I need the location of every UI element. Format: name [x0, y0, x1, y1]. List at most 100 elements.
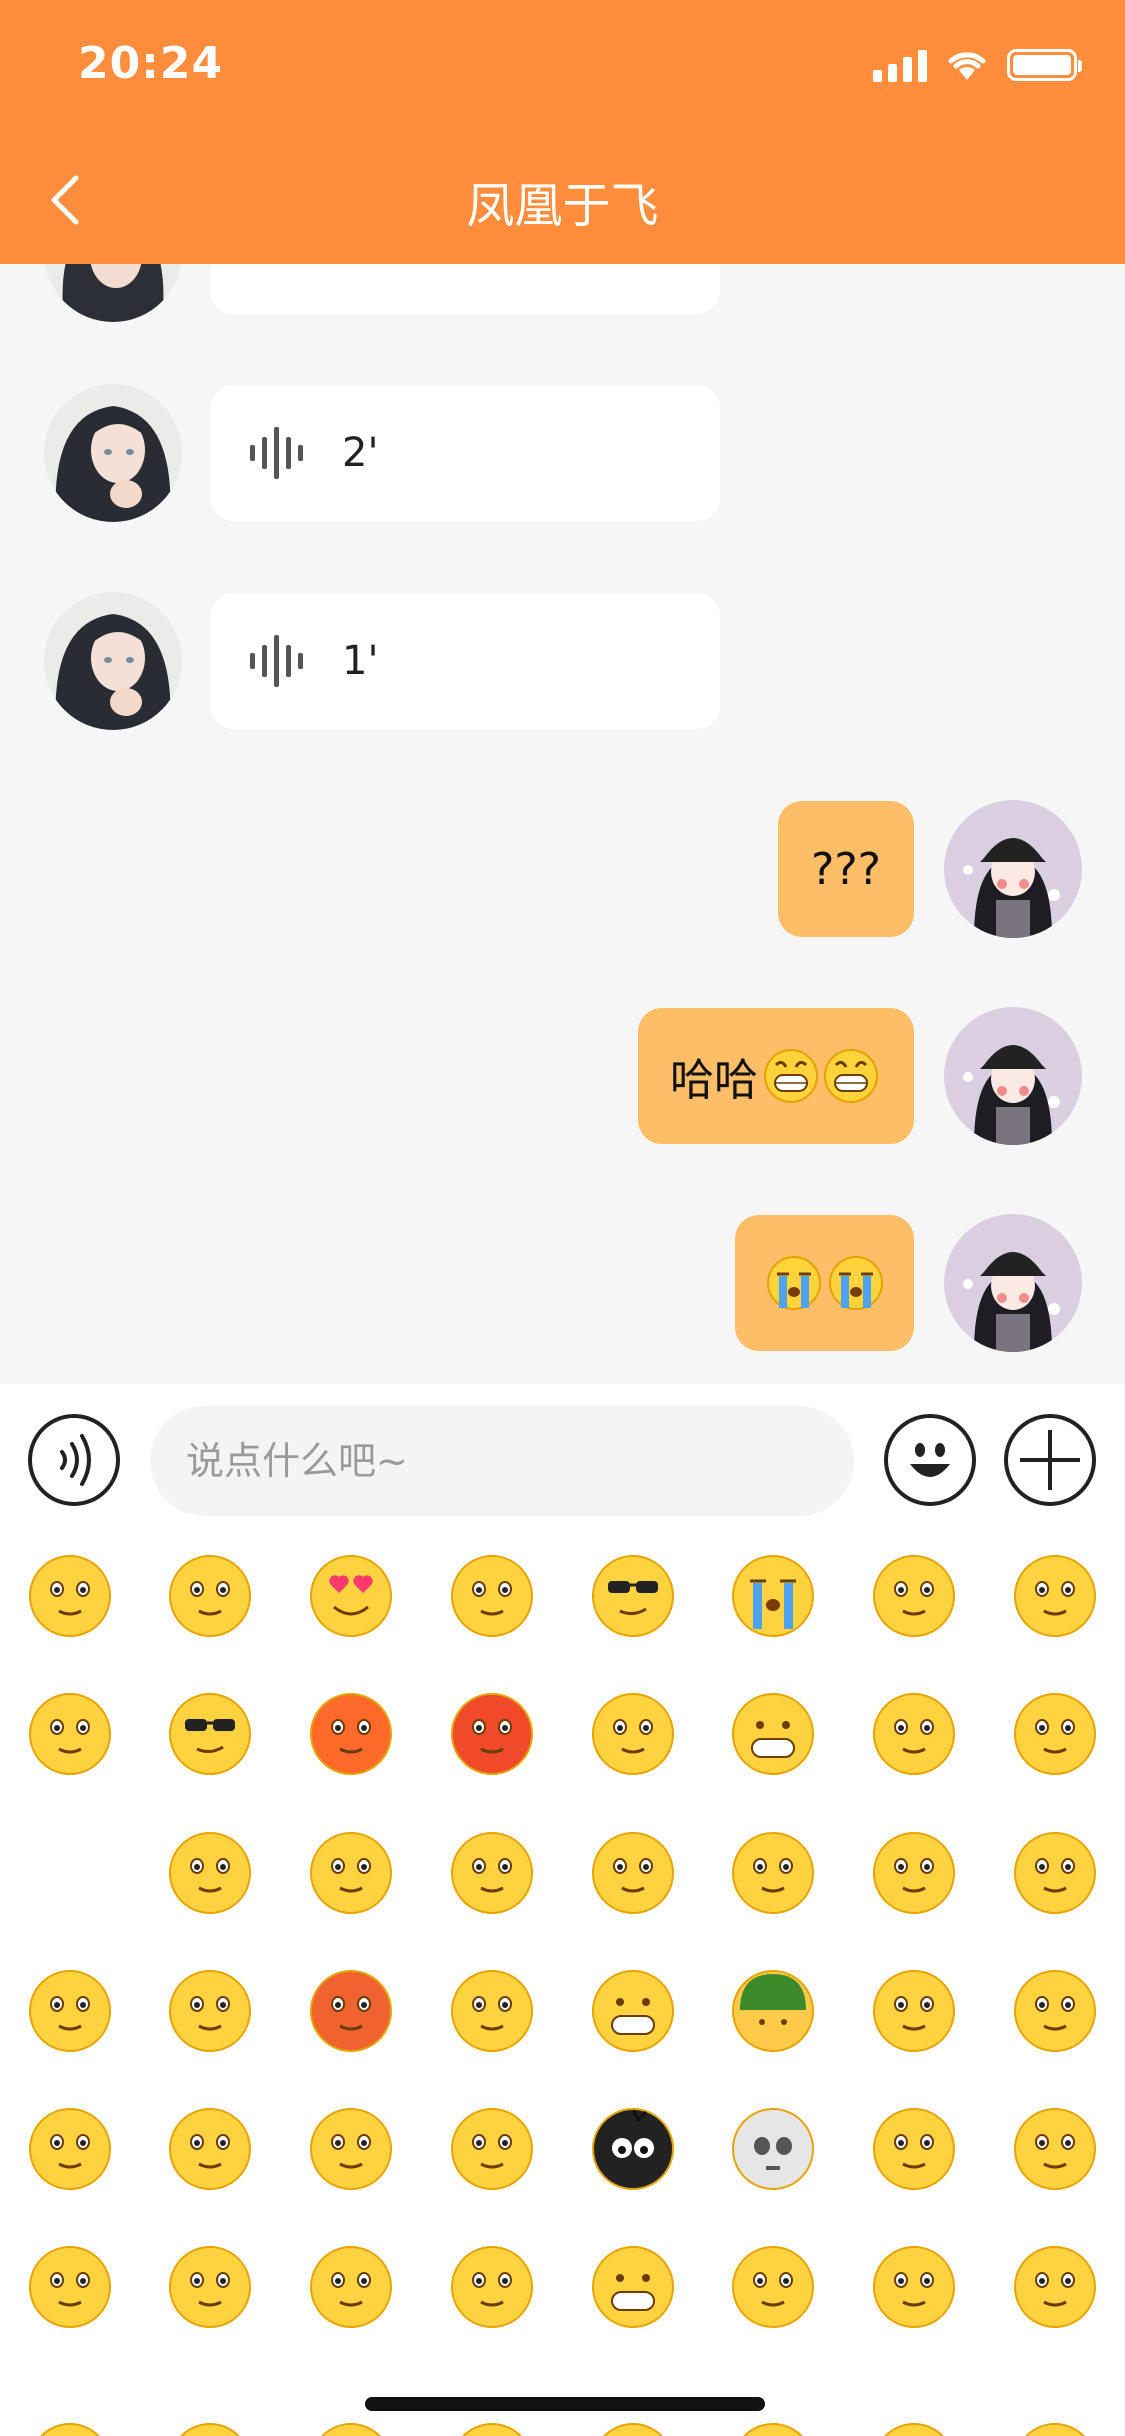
avatar[interactable]	[44, 384, 182, 522]
voice-wave-icon	[250, 635, 303, 687]
emoji-partial[interactable]	[447, 2419, 537, 2436]
eye-roll-icon[interactable]	[165, 1966, 255, 2056]
soldier-helmet-icon[interactable]	[728, 1966, 818, 2056]
scream-icon[interactable]	[306, 1828, 396, 1918]
surprised-icon[interactable]	[869, 1828, 959, 1918]
message-voice-in: 1'	[0, 592, 1125, 730]
message-text: ???	[810, 843, 882, 895]
glare-icon[interactable]	[447, 1551, 537, 1641]
emoji-partial[interactable]	[165, 2419, 255, 2436]
skull-icon[interactable]	[728, 2104, 818, 2194]
tongue-icon[interactable]	[588, 1689, 678, 1779]
angry-icon[interactable]	[447, 1689, 537, 1779]
crying-icon	[766, 1256, 821, 1310]
heart-eyes-icon[interactable]	[306, 1551, 396, 1641]
page-title: 凤凰于飞	[466, 178, 659, 234]
big-grin-icon[interactable]	[588, 2242, 678, 2332]
pray-icon[interactable]	[306, 2242, 396, 2332]
plus-icon	[1020, 1430, 1080, 1490]
message-out: 哈哈	[0, 1007, 1125, 1145]
message-text: 哈哈	[670, 1055, 758, 1106]
voice-message-bubble[interactable]: 2'	[210, 385, 720, 521]
grin-icon[interactable]	[728, 1689, 818, 1779]
voice-waves-icon	[60, 1434, 91, 1486]
system-icons	[873, 48, 1082, 82]
message-bubble-out[interactable]: ???	[778, 801, 914, 937]
message-out: ???	[0, 800, 1125, 938]
question-icon[interactable]	[25, 2104, 115, 2194]
smirk-icon[interactable]	[25, 1966, 115, 2056]
cool-icon[interactable]	[165, 1689, 255, 1779]
emoji-partial[interactable]	[1010, 2419, 1100, 2436]
message-bubble-out[interactable]: 哈哈	[638, 1008, 914, 1144]
smug-icon[interactable]	[869, 2242, 959, 2332]
status-bar: 20:24	[0, 0, 1125, 140]
message-input[interactable]	[150, 1406, 854, 1516]
my-avatar[interactable]	[944, 1007, 1082, 1145]
pick-nose-icon[interactable]	[1010, 2242, 1100, 2332]
avatar[interactable]	[44, 264, 182, 322]
crying-icon	[828, 1256, 883, 1310]
dizzy-icon[interactable]	[306, 2104, 396, 2194]
shocked-icon[interactable]	[869, 1689, 959, 1779]
squint-icon[interactable]	[447, 2104, 537, 2194]
home-indicator[interactable]	[365, 2397, 765, 2411]
laugh-icon[interactable]	[588, 1966, 678, 2056]
anxious-icon[interactable]	[306, 1966, 396, 2056]
worried-icon[interactable]	[165, 1551, 255, 1641]
no-speak-icon[interactable]	[1010, 1551, 1100, 1641]
emoji-partial[interactable]	[869, 2419, 959, 2436]
flushed-icon[interactable]	[165, 1828, 255, 1918]
peek-icon[interactable]	[728, 2242, 818, 2332]
grin-icon	[764, 1049, 818, 1103]
emoji-partial[interactable]	[728, 2419, 818, 2436]
cover-mouth-icon[interactable]	[588, 1828, 678, 1918]
message-partial	[0, 264, 1125, 322]
wifi-icon	[948, 52, 986, 80]
voice-wave-icon	[250, 427, 303, 479]
rofl-icon[interactable]	[1010, 1966, 1100, 2056]
voice-message-bubble[interactable]: 1'	[210, 593, 720, 729]
avatar[interactable]	[44, 592, 182, 730]
grin-icon	[824, 1049, 878, 1103]
shy-icon[interactable]	[869, 1551, 959, 1641]
sunglasses-icon[interactable]	[588, 1551, 678, 1641]
voice-duration: 1'	[342, 638, 379, 684]
emoji-partial[interactable]	[306, 2419, 396, 2436]
chat-area[interactable]: 2' 1' ??? 哈哈	[0, 264, 1125, 1384]
sweat-icon[interactable]	[306, 1689, 396, 1779]
pensive-icon[interactable]	[165, 2242, 255, 2332]
bomb-icon[interactable]	[588, 2104, 678, 2194]
sweat-smile-icon[interactable]	[25, 2242, 115, 2332]
status-time: 20:24	[78, 38, 224, 89]
sleepy-icon[interactable]	[25, 1689, 115, 1779]
signal-icon	[873, 48, 927, 82]
headband-icon[interactable]	[869, 1966, 959, 2056]
message-bubble-out[interactable]	[735, 1215, 914, 1351]
message-bubble[interactable]	[210, 264, 720, 314]
nav-bar: 凤凰于飞	[0, 150, 1125, 250]
input-bar	[0, 1384, 1125, 1534]
grimace-icon[interactable]	[447, 2242, 537, 2332]
emoji-partial[interactable]	[588, 2419, 678, 2436]
sad-icon[interactable]	[1010, 1689, 1100, 1779]
my-avatar[interactable]	[944, 1214, 1082, 1352]
sick-icon[interactable]	[447, 1828, 537, 1918]
add-button[interactable]	[1004, 1414, 1096, 1506]
shush-icon[interactable]	[165, 2104, 255, 2194]
smile-icon[interactable]	[25, 1551, 115, 1641]
emoji-button[interactable]	[884, 1414, 976, 1506]
my-avatar[interactable]	[944, 800, 1082, 938]
frying-pan-icon[interactable]	[869, 2104, 959, 2194]
crying-icon[interactable]	[728, 1551, 818, 1641]
smiley-icon	[910, 1443, 950, 1477]
battery-icon	[1007, 49, 1082, 81]
thinking-icon[interactable]	[1010, 1828, 1100, 1918]
message-voice-in: 2'	[0, 384, 1125, 522]
side-eye-icon[interactable]	[447, 1966, 537, 2056]
voice-duration: 2'	[342, 430, 379, 476]
voice-input-button[interactable]	[28, 1414, 120, 1506]
blush-icon[interactable]	[728, 1828, 818, 1918]
facepalm-icon[interactable]	[1010, 2104, 1100, 2194]
emoji-partial[interactable]	[25, 2419, 115, 2436]
